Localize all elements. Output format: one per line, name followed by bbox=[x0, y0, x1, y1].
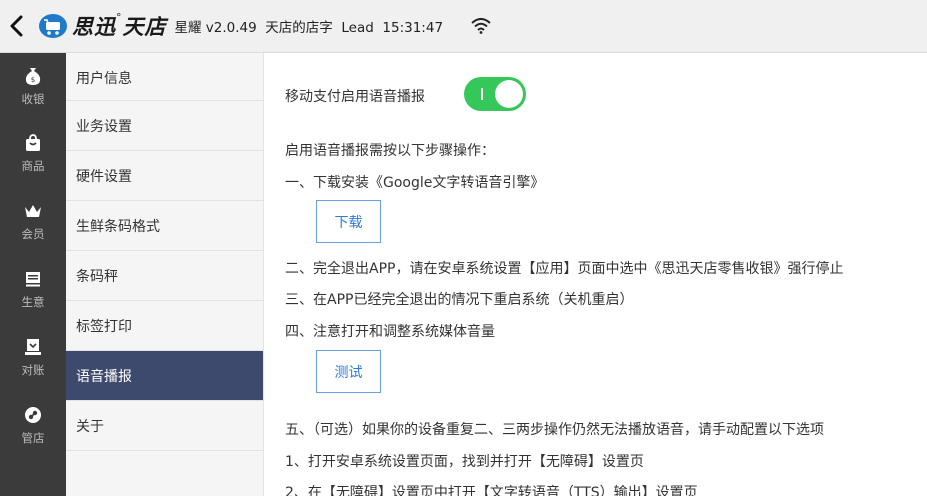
submenu-item-hardware-settings[interactable]: 硬件设置 bbox=[66, 151, 263, 201]
rail-item-member[interactable]: 会员 bbox=[0, 187, 66, 255]
step-2-text: 二、完全退出APP，请在安卓系统设置【应用】页面中选中《思迅天店零售收银》强行停… bbox=[285, 261, 844, 277]
step-1-text: 一、下载安装《Google文字转语音引擎》 bbox=[285, 175, 545, 191]
submenu-item-label-print[interactable]: 标签打印 bbox=[66, 301, 263, 351]
tray-icon bbox=[25, 338, 41, 355]
download-button[interactable]: 下载 bbox=[316, 200, 381, 243]
submenu-item-voice-broadcast[interactable]: 语音播报 bbox=[66, 351, 263, 401]
toggle-label: 移动支付启用语音播报 bbox=[285, 89, 425, 105]
header-info: 星耀 v2.0.49 天店的店字 Lead 15:31:47 bbox=[174, 20, 444, 36]
bag-icon bbox=[26, 133, 40, 151]
submenu-item-about[interactable]: 关于 bbox=[66, 401, 263, 451]
chevron-left-icon bbox=[10, 15, 23, 37]
rail-item-business[interactable]: 生意 bbox=[0, 255, 66, 323]
rail-item-reconcile[interactable]: 对账 bbox=[0, 323, 66, 391]
test-button[interactable]: 测试 bbox=[316, 350, 381, 393]
toggle-knob bbox=[495, 80, 523, 108]
toggle-on-mark bbox=[481, 88, 483, 100]
submenu-item-user-info[interactable]: 用户信息 bbox=[66, 53, 263, 101]
logo-text: 思迅°天店 bbox=[72, 11, 167, 39]
logo-cart-icon bbox=[39, 14, 67, 38]
svg-text:$: $ bbox=[31, 76, 35, 84]
sub-step-1-text: 1、打开安卓系统设置页面，找到并打开【无障碍】设置页 bbox=[285, 454, 644, 470]
step-3-text: 三、在APP已经完全退出的情况下重启系统（关机重启） bbox=[285, 292, 634, 308]
rail-item-goods[interactable]: 商品 bbox=[0, 119, 66, 187]
money-bag-icon: $ bbox=[25, 67, 41, 85]
voice-settings-panel: 移动支付启用语音播报 启用语音播报需按以下步骤操作： 一、下载安装《Google… bbox=[264, 53, 927, 496]
settings-submenu: 用户信息 业务设置 硬件设置 生鲜条码格式 条码秤 标签打印 语音播报 关于 bbox=[66, 53, 264, 496]
rail-item-cashier[interactable]: $ 收银 bbox=[0, 53, 66, 119]
back-button[interactable] bbox=[0, 0, 34, 53]
wifi-icon bbox=[471, 18, 491, 34]
top-bar: 思迅°天店 星耀 v2.0.49 天店的店字 Lead 15:31:47 bbox=[0, 0, 927, 53]
submenu-item-fresh-barcode[interactable]: 生鲜条码格式 bbox=[66, 201, 263, 251]
app-logo: 思迅°天店 bbox=[38, 11, 167, 41]
step-4-text: 四、注意打开和调整系统媒体音量 bbox=[285, 324, 495, 340]
submenu-item-barcode-scale[interactable]: 条码秤 bbox=[66, 251, 263, 301]
screen-icon bbox=[26, 271, 40, 286]
sub-step-2-text: 2、在【无障碍】设置页中打开【文字转语音（TTS）输出】设置页 bbox=[285, 485, 698, 496]
intro-text: 启用语音播报需按以下步骤操作： bbox=[285, 143, 495, 159]
voice-broadcast-toggle[interactable] bbox=[464, 77, 526, 111]
submenu-item-business-settings[interactable]: 业务设置 bbox=[66, 101, 263, 151]
left-rail: $ 收银 商品 会员 生意 对账 管店 bbox=[0, 53, 66, 496]
gear-icon bbox=[25, 406, 41, 423]
step-5-text: 五、（可选）如果你的设备重复二、三两步操作仍然无法播放语音，请手动配置以下选项 bbox=[285, 422, 824, 438]
rail-item-store[interactable]: 管店 bbox=[0, 391, 66, 459]
crown-icon bbox=[25, 204, 41, 217]
